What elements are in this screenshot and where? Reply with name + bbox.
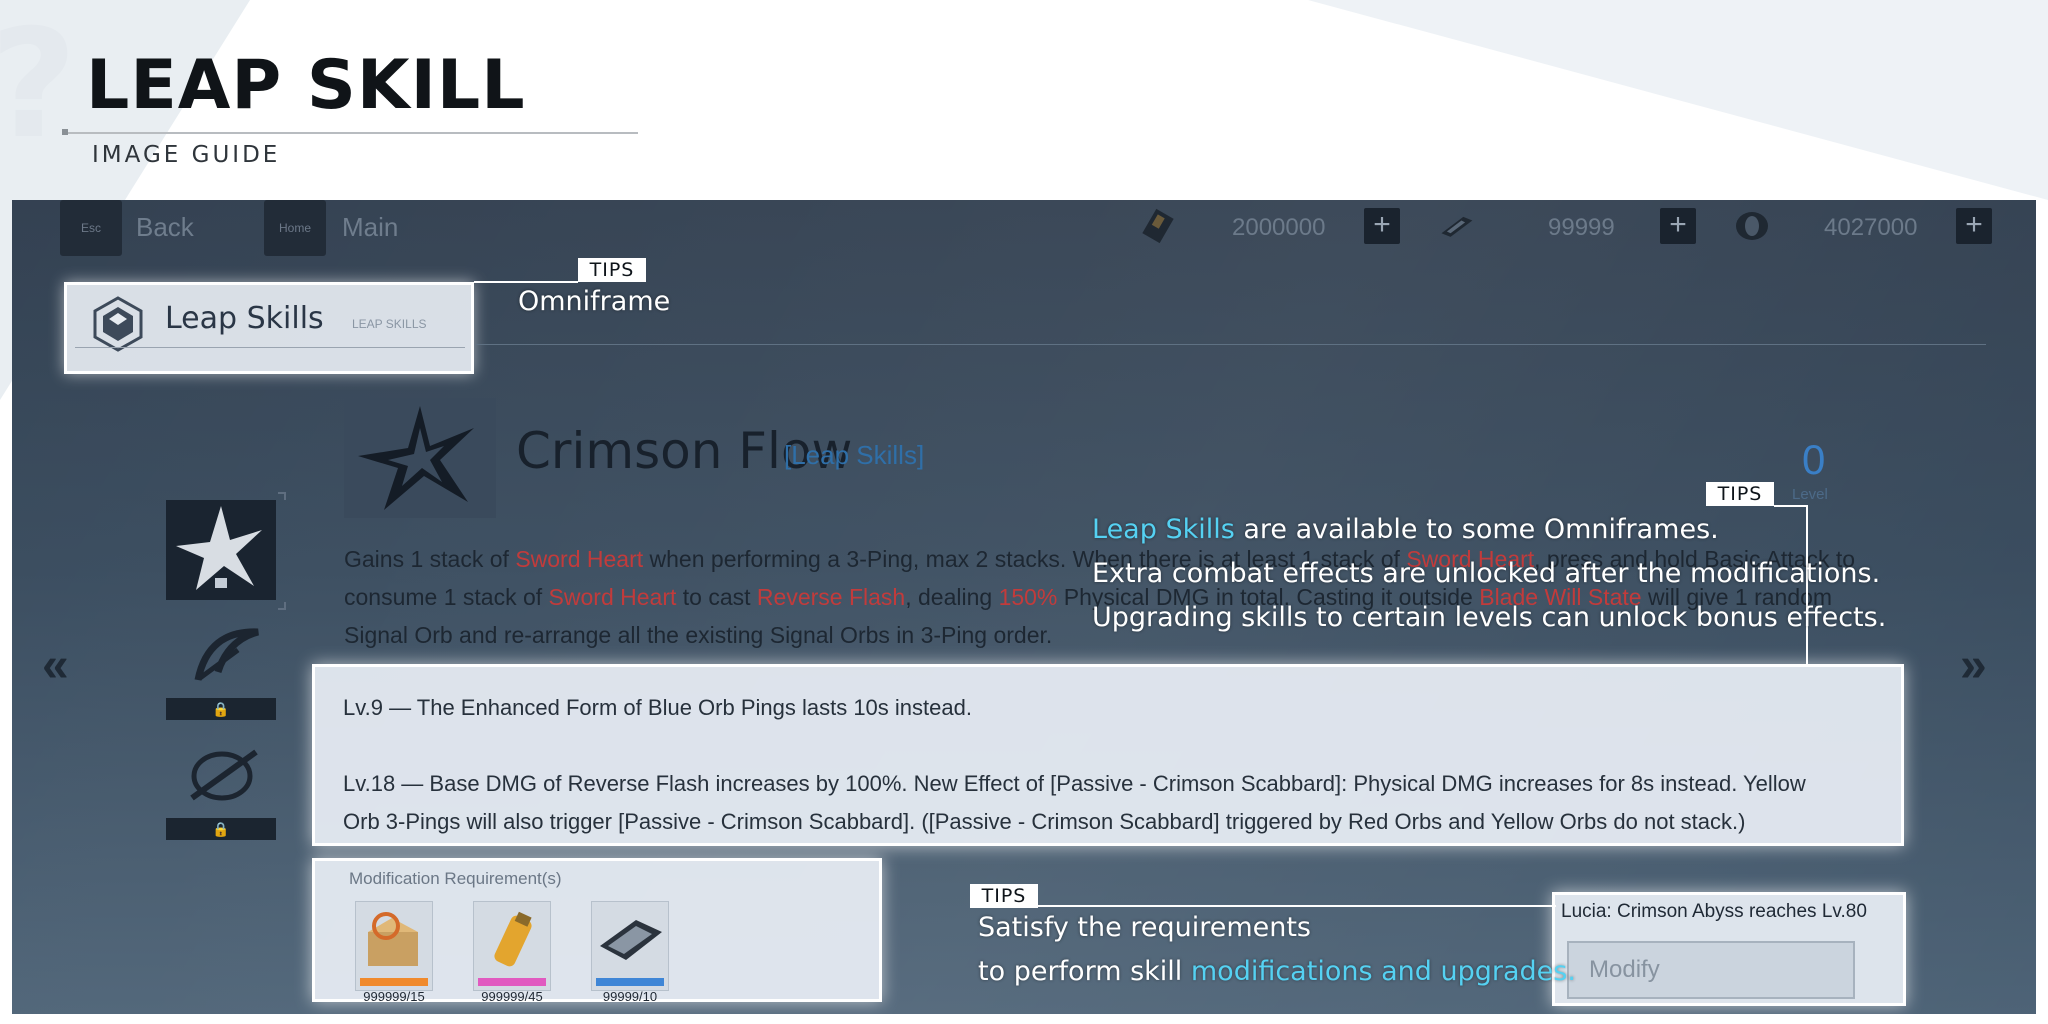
tip-leap-line2: Extra combat effects are unlocked after … [1092, 558, 1881, 589]
leap-skills-tab-label: Leap Skills [165, 301, 324, 336]
tip-leap-line3: Upgrading skills to certain levels can u… [1092, 602, 1887, 633]
previous-arrow-icon[interactable]: « [42, 638, 69, 693]
back-button[interactable]: Back [136, 212, 194, 243]
esc-key-hint[interactable]: Esc [60, 200, 122, 256]
material-canister-count: 999999/45 [481, 989, 543, 1004]
material-crate-count: 999999/15 [363, 989, 425, 1004]
currency-card-amount: 2000000 [1232, 214, 1326, 241]
tip-leap-line1: Leap Skills are available to some Omnifr… [1092, 514, 1719, 545]
material-crate-icon[interactable] [355, 901, 433, 991]
crimson-flow-emblem-icon [344, 398, 496, 518]
skill-slot-lock-icon: 🔒 [166, 698, 276, 720]
title-divider [64, 132, 638, 134]
tip-omniframe: Omniframe [518, 286, 671, 317]
skill-slot-slash-icon[interactable] [178, 740, 268, 810]
leap-skill-hex-icon [89, 295, 147, 353]
tips-connector-line [474, 281, 578, 283]
currency-coin-icon [1732, 206, 1772, 246]
skill-slot-scythe-icon[interactable] [178, 620, 268, 690]
requirements-title: Modification Requirement(s) [349, 869, 562, 888]
currency-chip-amount: 99999 [1548, 214, 1615, 241]
skill-category-tag: [Leap Skills] [784, 440, 925, 470]
tips-tag: TIPS [1706, 482, 1774, 506]
tab-divider [75, 347, 465, 348]
keyword-sword-heart: Sword Heart [548, 584, 677, 610]
home-key-hint[interactable]: Home [264, 200, 326, 256]
skill-level-value: 0 [1802, 436, 1826, 483]
tip-requirements-line1: Satisfy the requirements [978, 912, 1311, 943]
skill-slot-crimson-flow[interactable] [166, 500, 276, 600]
upgrade-lv18-cont: Orb 3-Pings will also trigger [Passive -… [343, 809, 1746, 834]
guide-subtitle: IMAGE GUIDE [92, 142, 281, 168]
unlock-condition-panel: Lucia: Crimson Abyss reaches Lv.80 Modif… [1552, 892, 1906, 1006]
leap-skills-tab[interactable]: Leap Skills LEAP SKILLS [64, 282, 474, 374]
question-mark-watermark-icon: ? [0, 10, 77, 160]
main-button[interactable]: Main [342, 212, 398, 243]
material-canister-icon[interactable] [473, 901, 551, 991]
add-currency-chip-button[interactable]: + [1660, 208, 1696, 244]
tips-connector-line [1774, 505, 1808, 507]
keyword-damage-percent: 150% [998, 584, 1058, 610]
material-module-count: 99999/10 [602, 989, 658, 1004]
currency-chip-icon [1436, 206, 1476, 246]
material-module-icon[interactable] [591, 901, 669, 991]
guide-title: LEAP SKILL [86, 46, 526, 125]
next-arrow-icon[interactable]: » [1960, 638, 1987, 693]
skill-level-label: Level [1792, 486, 1828, 503]
currency-coin-amount: 4027000 [1824, 214, 1918, 241]
add-currency-card-button[interactable]: + [1364, 208, 1400, 244]
upgrade-lv9: Lv.9 — The Enhanced Form of Blue Orb Pin… [343, 695, 972, 720]
leap-skills-tab-sublabel: LEAP SKILLS [352, 317, 427, 331]
modify-button[interactable]: Modify [1567, 941, 1855, 999]
upgrade-effects-panel: Lv.9 — The Enhanced Form of Blue Orb Pin… [312, 664, 1904, 846]
divider-dot [62, 129, 68, 135]
add-currency-coin-button[interactable]: + [1956, 208, 1992, 244]
header-divider [476, 344, 1986, 345]
tips-tag: TIPS [578, 258, 646, 282]
modification-requirements-panel: Modification Requirement(s) 999999/15 99… [312, 858, 882, 1004]
tips-tag: TIPS [970, 884, 1038, 908]
currency-card-icon [1140, 206, 1180, 246]
unlock-condition-text: Lucia: Crimson Abyss reaches Lv.80 [1561, 901, 1867, 922]
tips-connector-line [1038, 905, 1556, 907]
keyword-sword-heart: Sword Heart [515, 546, 644, 572]
upgrade-lv18: Lv.18 — Base DMG of Reverse Flash increa… [343, 771, 1806, 796]
skill-slot-lock-icon: 🔒 [166, 818, 276, 840]
tip-requirements-line2: to perform skill modifications and upgra… [978, 956, 1576, 987]
background-shape [1308, 0, 2048, 200]
keyword-reverse-flash: Reverse Flash [756, 584, 906, 610]
